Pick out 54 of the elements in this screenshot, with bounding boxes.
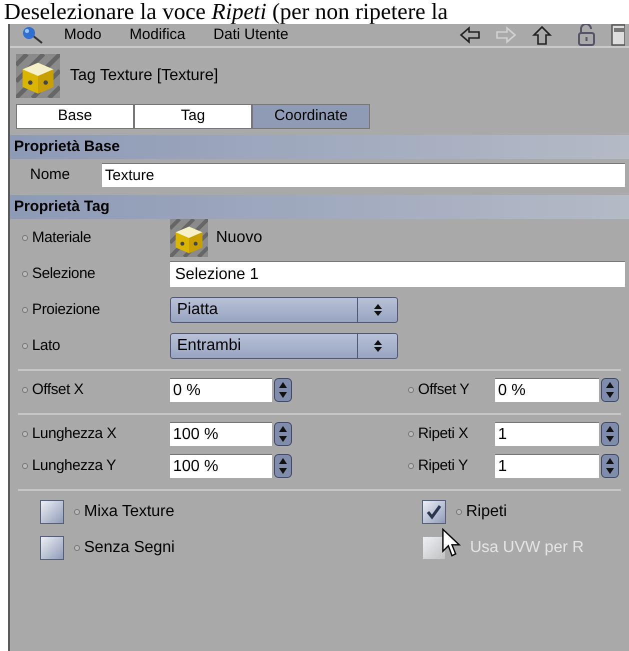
texture-tag-icon [170,219,208,257]
section-header: Proprietà Tag [10,195,629,219]
menu-item[interactable]: Dati Utente [213,24,288,46]
checkbox[interactable] [40,536,64,560]
tab[interactable]: Tag [134,104,252,129]
checkbox-label: Usa UVW per R [470,538,584,558]
back-arrow-icon[interactable] [459,25,481,45]
material-name: Nuovo [216,228,262,248]
up-arrow-icon[interactable] [531,25,553,45]
number-field[interactable]: 1 [495,454,599,478]
field-label: Lunghezza X [32,424,116,444]
number-field[interactable]: 100 % [170,454,272,478]
number-field[interactable]: 1 [495,422,599,446]
dropdown[interactable]: Entrambi [170,333,398,359]
field-label: Ripeti X [418,424,468,444]
spinner-icon[interactable] [274,422,292,446]
checkbox[interactable] [40,500,64,524]
number-field[interactable]: 100 % [170,422,272,446]
section-header: Proprietà Base [10,135,629,159]
field-label: Nome [29,164,72,185]
caption-text: Deselezionare la voce Ripeti (per non ripetere la [3,0,449,24]
tab[interactable]: Base [16,104,134,129]
checkbox-label: Mixa Texture [84,502,174,522]
texture-tag-icon [16,54,60,98]
field-label: Proiezione [32,300,100,320]
text-field[interactable]: Selezione 1 [170,261,625,287]
up-down-arrows-icon [372,339,382,353]
spinner-icon[interactable] [601,422,619,446]
dropdown[interactable]: Piatta [170,297,398,323]
object-title: Tag Texture [Texture] [70,66,218,86]
mouse-pointer-icon [442,528,462,558]
field-label: Offset X [32,380,84,400]
field-label: Materiale [32,228,91,248]
field-label: Selezione [32,264,96,284]
spinner-icon[interactable] [601,378,619,402]
checkbox[interactable] [422,500,446,524]
checkbox-label: Senza Segni [84,538,175,558]
field-label: Offset Y [418,380,470,400]
lock-icon[interactable] [577,24,597,46]
number-field[interactable]: 0 % [170,378,272,402]
field-label: Lunghezza Y [32,456,116,476]
field-label: Ripeti Y [418,456,468,476]
calculator-icon[interactable] [611,24,625,46]
field-label: Lato [32,336,60,356]
number-field[interactable]: 0 % [495,378,599,402]
menu-item[interactable]: Modifica [130,24,186,46]
spinner-icon[interactable] [601,454,619,478]
spinner-icon[interactable] [274,454,292,478]
spinner-icon[interactable] [274,378,292,402]
checkbox-label: Ripeti [466,502,507,522]
menu-item[interactable]: Modo [64,24,102,46]
name-field[interactable]: Texture [102,163,625,187]
up-down-arrows-icon [372,303,382,317]
tab[interactable]: Coordinate [252,104,370,129]
